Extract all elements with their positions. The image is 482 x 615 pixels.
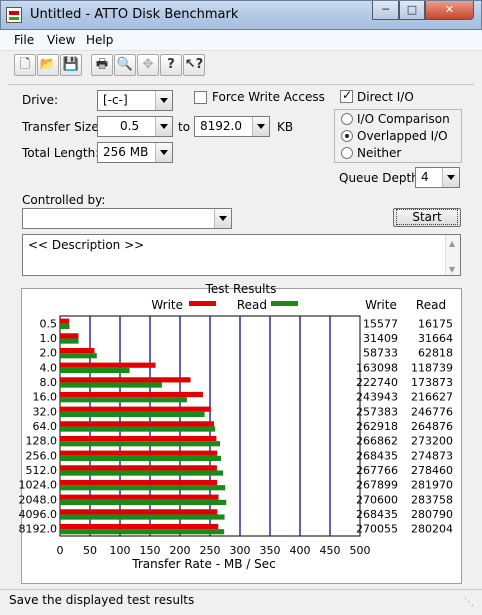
column-header-write: Write <box>365 298 397 312</box>
legend-write-swatch <box>189 301 216 306</box>
column-header-read: Read <box>416 298 446 312</box>
write-bar <box>60 494 219 500</box>
read-value: 280204 <box>411 523 453 536</box>
write-bar <box>60 362 156 368</box>
x-axis-label: Transfer Rate - MB / Sec <box>131 557 275 571</box>
x-tick-label: 100 <box>110 544 131 557</box>
write-value: 268435 <box>356 449 398 462</box>
write-bar <box>60 435 217 442</box>
write-bar <box>60 421 215 427</box>
read-value: 173873 <box>411 376 453 389</box>
x-tick-label: 0 <box>57 544 64 557</box>
y-tick-label: 8.0 <box>40 376 58 389</box>
read-value: 246776 <box>411 405 453 418</box>
legend-write-label: Write <box>151 298 183 312</box>
read-value: 216627 <box>411 391 453 404</box>
read-bar <box>60 397 187 403</box>
read-bar <box>60 353 97 359</box>
legend-read-swatch <box>271 301 298 306</box>
write-value: 270600 <box>356 493 398 506</box>
write-bar <box>60 465 217 471</box>
y-tick-label: 128.0 <box>26 435 58 448</box>
y-tick-label: 4096.0 <box>19 508 58 521</box>
write-value: 267899 <box>356 479 398 492</box>
read-bar <box>60 382 162 388</box>
write-bar <box>60 523 219 530</box>
read-bar <box>60 499 227 505</box>
read-value: 118739 <box>411 361 453 374</box>
read-bar <box>60 441 221 447</box>
write-bar <box>60 509 218 515</box>
y-tick-label: 1024.0 <box>19 479 58 492</box>
write-bar <box>60 406 211 412</box>
read-value: 273200 <box>411 435 453 448</box>
read-bar <box>60 426 216 432</box>
write-value: 222740 <box>356 376 398 389</box>
write-value: 15577 <box>363 317 398 330</box>
write-value: 262918 <box>356 420 398 433</box>
write-bar <box>60 450 218 456</box>
write-value: 268435 <box>356 508 398 521</box>
results-title: Test Results <box>205 282 277 296</box>
write-value: 163098 <box>356 361 398 374</box>
read-value: 16175 <box>418 317 453 330</box>
results-chart: Test Results Write Read Write Read 0 50 100 150 2… <box>19 282 454 571</box>
read-value: 280790 <box>411 508 453 521</box>
read-bar <box>60 485 226 491</box>
read-value: 281970 <box>411 479 453 492</box>
write-bar <box>60 391 203 398</box>
write-value: 58733 <box>363 347 398 360</box>
write-value: 257383 <box>356 405 398 418</box>
x-tick-label: 150 <box>140 544 161 557</box>
x-tick-label: 350 <box>260 544 281 557</box>
read-value: 62818 <box>418 347 453 360</box>
write-bar <box>60 318 70 324</box>
y-tick-label: 8192.0 <box>19 523 58 536</box>
x-tick-label: 450 <box>320 544 341 557</box>
y-tick-label: 256.0 <box>26 449 58 462</box>
y-tick-label: 512.0 <box>26 464 58 477</box>
read-bar <box>60 514 225 520</box>
y-tick-label: 32.0 <box>33 405 58 418</box>
write-value: 31409 <box>363 332 398 345</box>
read-bar <box>60 411 205 417</box>
read-value: 283758 <box>411 493 453 506</box>
read-value: 31664 <box>418 332 453 345</box>
write-value: 270055 <box>356 523 398 536</box>
read-bar <box>60 470 224 476</box>
write-bar <box>60 347 95 354</box>
x-tick-label: 300 <box>230 544 251 557</box>
y-tick-label: 2.0 <box>40 347 58 360</box>
write-bar <box>60 377 191 383</box>
status-text: Save the displayed test results <box>9 593 195 607</box>
x-tick-label: 400 <box>290 544 311 557</box>
x-tick-label: 200 <box>170 544 191 557</box>
y-tick-label: 2048.0 <box>19 493 58 506</box>
write-value: 267766 <box>356 464 398 477</box>
read-value: 278460 <box>411 464 453 477</box>
x-tick-label: 500 <box>350 544 371 557</box>
read-bar <box>60 529 225 535</box>
write-value: 266862 <box>356 435 398 448</box>
read-value: 274873 <box>411 449 453 462</box>
write-bar <box>60 333 79 339</box>
read-value: 264876 <box>411 420 453 433</box>
read-bar <box>60 367 130 373</box>
legend-read-label: Read <box>237 298 267 312</box>
y-tick-label: 1.0 <box>40 332 58 345</box>
x-tick-label: 250 <box>200 544 221 557</box>
write-bar <box>60 479 217 486</box>
write-value: 243943 <box>356 391 398 404</box>
read-bar <box>60 338 79 344</box>
resize-grip-icon[interactable]: ⋱ <box>464 598 478 612</box>
read-bar <box>60 323 70 329</box>
y-tick-label: 0.5 <box>40 317 58 330</box>
read-bar <box>60 455 222 461</box>
y-tick-label: 64.0 <box>33 420 58 433</box>
y-tick-label: 4.0 <box>40 361 58 374</box>
y-tick-label: 16.0 <box>33 391 58 404</box>
x-tick-label: 50 <box>83 544 97 557</box>
